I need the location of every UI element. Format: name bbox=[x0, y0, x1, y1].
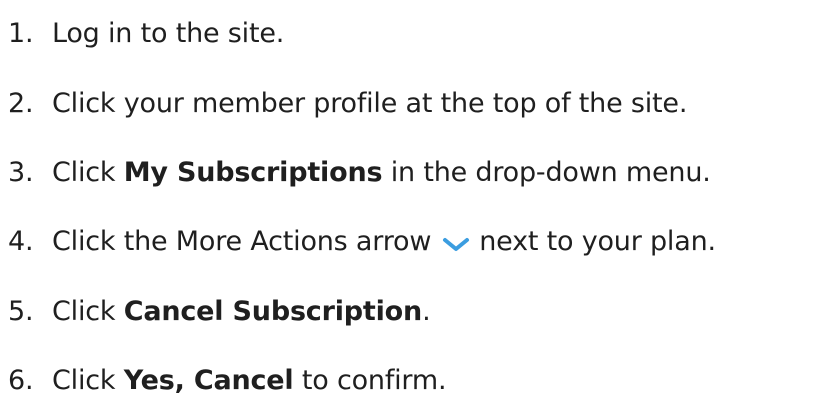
step-text-after: . bbox=[422, 296, 431, 327]
step-text-before: Click bbox=[52, 157, 124, 188]
step-text-after: in the drop-down menu. bbox=[382, 157, 711, 188]
step-text-after: to confirm. bbox=[293, 365, 447, 396]
my-subscriptions-label: My Subscriptions bbox=[123, 157, 383, 188]
step-text-before: Click the More Actions arrow bbox=[52, 226, 432, 257]
step-number: 1. bbox=[8, 18, 34, 49]
step-text-before: Click bbox=[52, 296, 124, 327]
step-text: Click your member profile at the top of … bbox=[52, 88, 688, 119]
yes-cancel-label: Yes, Cancel bbox=[123, 365, 294, 396]
step-number: 3. bbox=[8, 157, 34, 188]
step-4: 4. Click the More Actions arrow next to yo… bbox=[8, 222, 716, 262]
step-number: 6. bbox=[8, 365, 34, 396]
step-6: 6. Click Yes, Cancel to confirm. bbox=[8, 361, 447, 401]
step-text: Log in to the site. bbox=[52, 18, 285, 49]
instruction-list: 1. Log in to the site. 2. Click your membe… bbox=[0, 0, 837, 416]
step-3: 3. Click My Subscriptions in the drop-dow… bbox=[8, 153, 711, 193]
cancel-subscription-label: Cancel Subscription bbox=[123, 296, 423, 327]
step-1: 1. Log in to the site. bbox=[8, 14, 284, 54]
step-number: 2. bbox=[8, 88, 34, 119]
step-2: 2. Click your member profile at the top o… bbox=[8, 84, 687, 124]
step-number: 4. bbox=[8, 226, 34, 257]
chevron-down-icon bbox=[439, 233, 473, 255]
step-text-after: next to your plan. bbox=[479, 226, 716, 257]
step-number: 5. bbox=[8, 296, 34, 327]
step-text-before: Click bbox=[52, 365, 124, 396]
step-5: 5. Click Cancel Subscription. bbox=[8, 292, 431, 332]
